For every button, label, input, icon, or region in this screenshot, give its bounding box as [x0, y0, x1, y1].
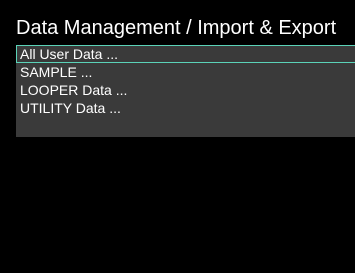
- menu-item-utility-data[interactable]: UTILITY Data ...: [16, 100, 355, 118]
- menu-item-sample[interactable]: SAMPLE ...: [16, 64, 355, 82]
- menu-item-looper-data[interactable]: LOOPER Data ...: [16, 82, 355, 100]
- page-title: Data Management / Import & Export: [16, 17, 337, 39]
- data-management-screen: Data Management / Import & Export All Us…: [0, 0, 355, 273]
- menu-item-all-user-data[interactable]: All User Data ...: [16, 45, 355, 63]
- menu-list: All User Data ... SAMPLE ... LOOPER Data…: [16, 45, 355, 118]
- import-export-menu: All User Data ... SAMPLE ... LOOPER Data…: [16, 45, 355, 137]
